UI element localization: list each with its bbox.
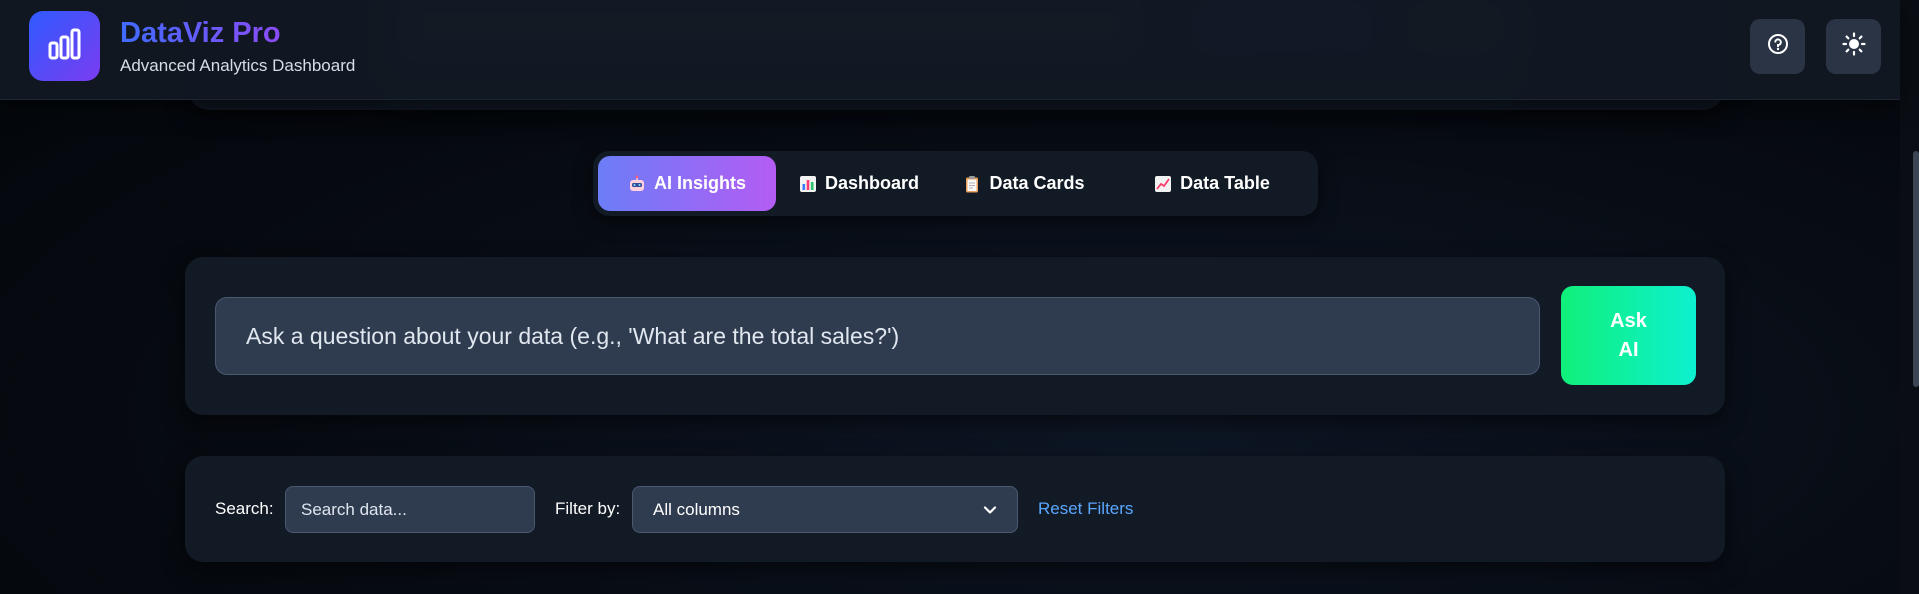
filter-panel: Search: Filter by: All columns Reset Fil… — [185, 456, 1725, 562]
bar-chart-emoji-icon — [799, 175, 817, 193]
reset-filters-link[interactable]: Reset Filters — [1038, 499, 1133, 519]
filter-selected-value: All columns — [653, 499, 740, 519]
search-label: Search: — [215, 499, 274, 518]
robot-icon — [628, 175, 646, 193]
theme-toggle-button[interactable] — [1826, 19, 1881, 74]
filter-by-label: Filter by: — [555, 499, 621, 518]
chevron-down-icon — [983, 500, 997, 520]
logo — [29, 11, 100, 81]
tab-label: Data Table — [1180, 173, 1270, 193]
header-content: DataViz Pro Advanced Analytics Dashboard — [0, 0, 1900, 100]
page-scrollbar-thumb[interactable] — [1913, 151, 1919, 387]
tab-label: AI Insights — [653, 173, 746, 193]
tab-ai-insights[interactable]: AI Insights — [598, 156, 776, 211]
app-root: DataViz Pro Advanced Analytics Dashboard — [0, 0, 1919, 594]
ask-ai-button[interactable]: Ask AI — [1561, 286, 1696, 385]
filter-column-select[interactable]: All columns — [632, 486, 1018, 533]
clipboard-icon — [963, 175, 981, 193]
search-input[interactable] — [285, 486, 535, 533]
tab-data-cards[interactable]: Data Cards — [943, 156, 1105, 211]
app-title: DataViz Pro — [120, 17, 281, 49]
ask-button-line2: AI — [1618, 338, 1639, 361]
ask-button-line1: Ask — [1610, 309, 1647, 332]
help-button[interactable] — [1750, 19, 1805, 74]
ask-question-input[interactable] — [215, 297, 1540, 375]
tab-label: Data Cards — [989, 173, 1085, 193]
bar-chart-icon — [48, 28, 82, 65]
help-circle-icon — [1767, 33, 1789, 60]
trend-chart-icon — [1154, 175, 1172, 193]
sun-icon — [1841, 32, 1866, 61]
view-tabs: AI Insights Dashboard Data Cards Data Ta… — [593, 151, 1318, 216]
app-subtitle: Advanced Analytics Dashboard — [120, 56, 356, 75]
tab-data-table[interactable]: Data Table — [1113, 156, 1311, 211]
tab-label: Dashboard — [824, 173, 920, 193]
tab-dashboard[interactable]: Dashboard — [783, 156, 935, 211]
ask-ai-panel: Ask AI — [185, 257, 1725, 415]
